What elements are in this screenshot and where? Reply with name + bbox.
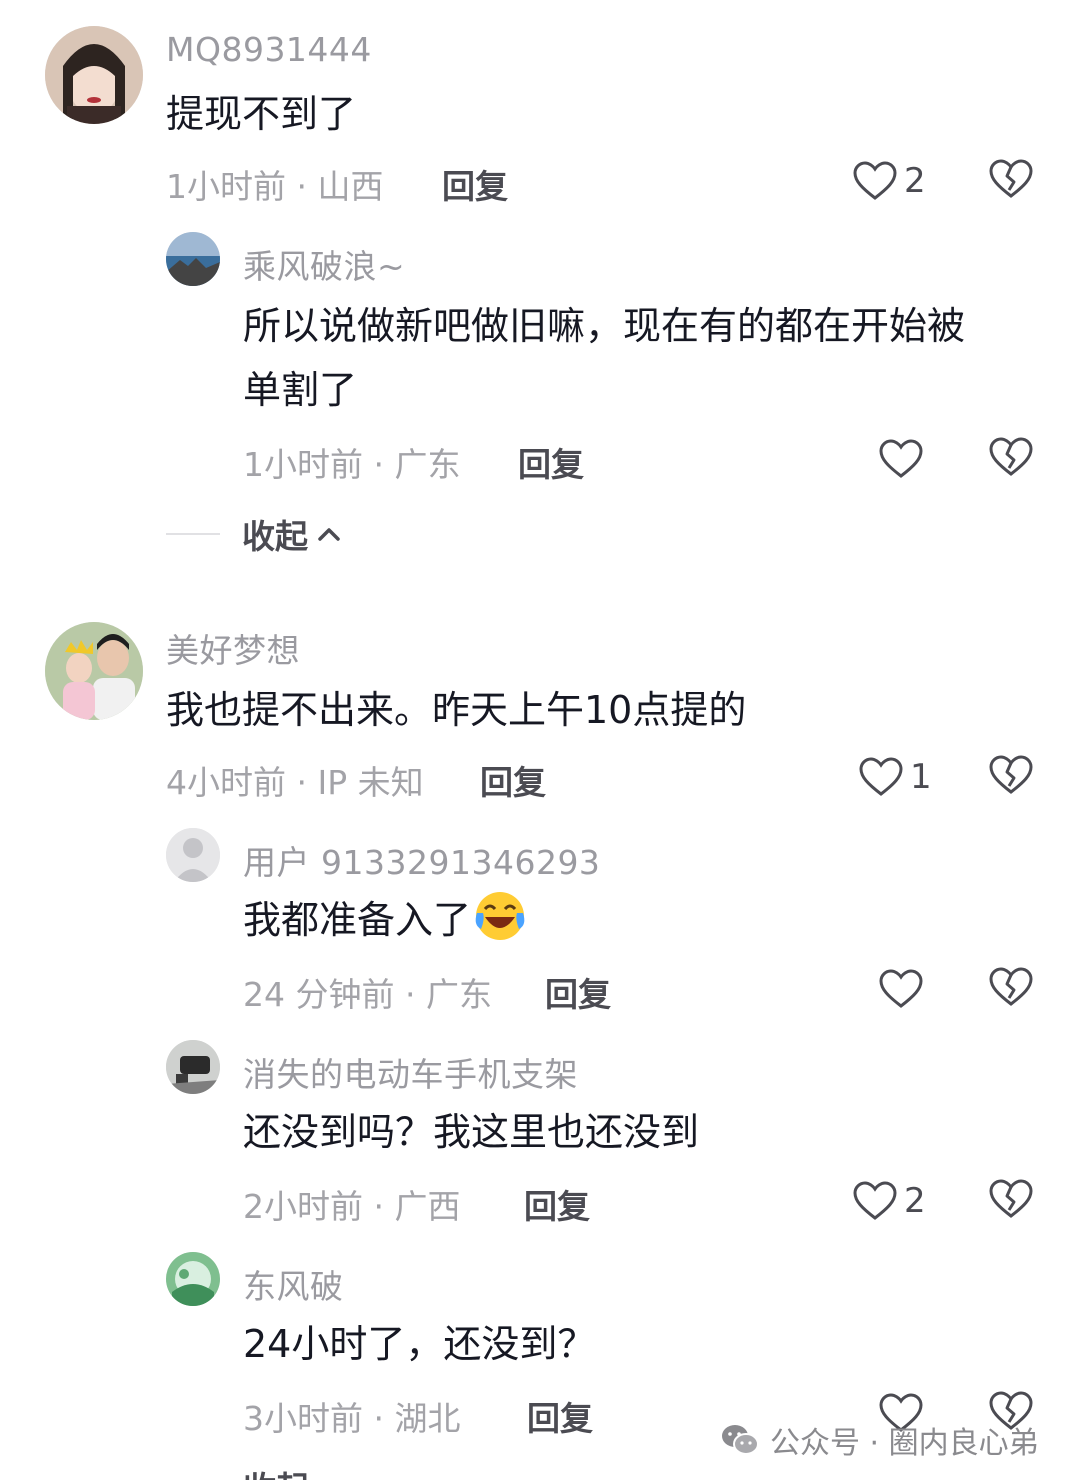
collapse-replies-button[interactable]: 收起: [243, 1462, 343, 1480]
comment-meta: 4小时前 · IP 未知: [166, 763, 424, 802]
reply-text-content: 我都准备入了: [243, 898, 472, 942]
reply-text: 我都准备入了: [243, 888, 527, 952]
comment-username[interactable]: MQ8931444: [166, 30, 372, 69]
avatar[interactable]: [166, 1040, 220, 1094]
default-user-icon: [166, 828, 220, 882]
collapse-label: 收起: [243, 1462, 309, 1480]
avatar[interactable]: [45, 26, 143, 124]
reply-username[interactable]: 乘风破浪~: [243, 240, 405, 288]
like-button[interactable]: [878, 436, 924, 482]
avatar[interactable]: [45, 622, 143, 720]
dislike-button[interactable]: [988, 966, 1034, 1008]
reply-text: 所以说做新吧做旧嘛，现在有的都在开始被: [243, 304, 966, 348]
comment-text: 提现不到了: [166, 92, 357, 136]
reply-button[interactable]: 回复: [480, 756, 546, 804]
like-button[interactable]: 1: [858, 754, 932, 800]
heart-outline-icon: [859, 757, 903, 796]
reply-text: 还没到吗？我这里也还没到: [243, 1110, 700, 1154]
like-button[interactable]: 2: [852, 1178, 926, 1224]
avatar[interactable]: [166, 828, 220, 882]
reply-username[interactable]: 用户 9133291346293: [243, 836, 600, 884]
dislike-button[interactable]: [988, 754, 1034, 796]
like-button[interactable]: [878, 966, 924, 1012]
broken-heart-icon: [989, 437, 1033, 476]
heart-outline-icon: [853, 161, 897, 200]
avatar[interactable]: [166, 232, 220, 286]
reply-username[interactable]: 东风破: [243, 1260, 344, 1308]
broken-heart-icon: [989, 967, 1033, 1006]
reply-username[interactable]: 消失的电动车手机支架: [243, 1048, 578, 1096]
avatar[interactable]: [166, 1252, 220, 1306]
comment-meta: 1小时前 · 山西: [166, 167, 384, 206]
watermark: 公众号 · 圈内良心弟: [720, 1418, 1039, 1462]
reply-button[interactable]: 回复: [442, 160, 508, 208]
reply-meta: 24 分钟前 · 广东: [243, 975, 492, 1014]
comment-list: MQ8931444 提现不到了 1小时前 · 山西 回复 2 乘风破浪~ 所以说…: [0, 0, 1080, 1480]
reply-text: 24小时了，还没到？: [243, 1322, 596, 1366]
like-count: 1: [910, 757, 932, 797]
reply-button[interactable]: 回复: [527, 1392, 593, 1440]
reply-button[interactable]: 回复: [545, 968, 611, 1016]
broken-heart-icon: [989, 1179, 1033, 1218]
dislike-button[interactable]: [988, 1178, 1034, 1220]
watermark-label: 公众号 · 圈内良心弟: [770, 1426, 1039, 1461]
collapse-label: 收起: [242, 517, 308, 556]
reply-button[interactable]: 回复: [518, 438, 584, 486]
like-button[interactable]: 2: [852, 158, 926, 204]
heart-outline-icon: [853, 1181, 897, 1220]
like-count: 2: [904, 161, 926, 201]
comment-text: 我也提不出来。昨天上午10点提的: [166, 688, 747, 732]
comment-username[interactable]: 美好梦想: [166, 624, 300, 672]
reply-meta: 1小时前 · 广东: [243, 445, 461, 484]
reply-text-continued: 单割了: [243, 368, 358, 412]
heart-outline-icon: [879, 439, 923, 478]
dislike-button[interactable]: [988, 158, 1034, 200]
reply-meta: 3小时前 · 湖北: [243, 1399, 461, 1438]
broken-heart-icon: [989, 755, 1033, 794]
laughing-crying-emoji-icon: [475, 892, 525, 940]
divider: [166, 533, 220, 535]
dislike-button[interactable]: [988, 436, 1034, 478]
wechat-icon: [722, 1425, 759, 1455]
heart-outline-icon: [879, 969, 923, 1008]
collapse-replies-button[interactable]: 收起: [166, 510, 342, 558]
like-count: 2: [904, 1181, 926, 1221]
reply-meta: 2小时前 · 广西: [243, 1187, 461, 1226]
reply-button[interactable]: 回复: [524, 1180, 590, 1228]
chevron-up-icon: [318, 528, 340, 541]
broken-heart-icon: [989, 159, 1033, 198]
